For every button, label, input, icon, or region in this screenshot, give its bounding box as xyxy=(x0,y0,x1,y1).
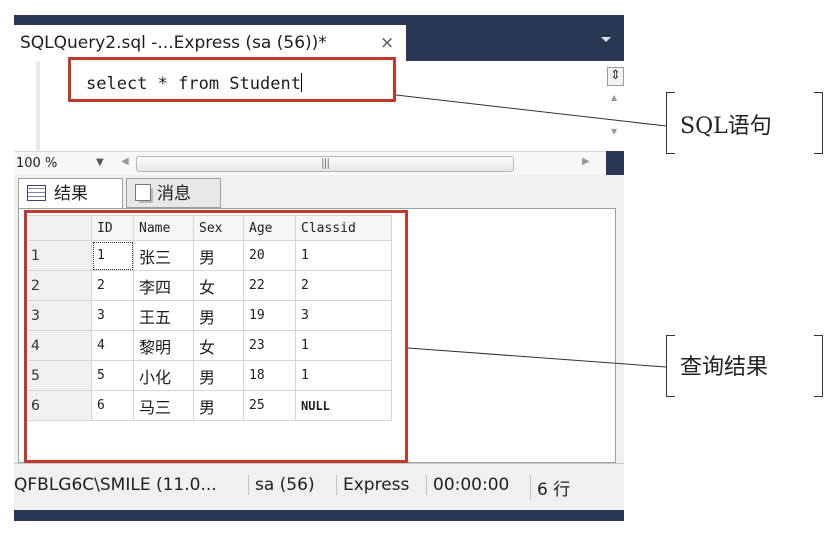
sql-callout-label: SQL语句 xyxy=(680,114,772,139)
sql-label-bracket-right xyxy=(814,92,823,154)
result-label-bracket-left xyxy=(666,335,675,397)
sql-callout-line xyxy=(395,94,667,127)
result-label-bracket-right xyxy=(814,335,823,397)
result-callout-label: 查询结果 xyxy=(680,355,769,380)
result-callout-line xyxy=(407,347,667,368)
sql-label-bracket-left xyxy=(666,92,675,154)
callout-lines xyxy=(395,94,667,368)
